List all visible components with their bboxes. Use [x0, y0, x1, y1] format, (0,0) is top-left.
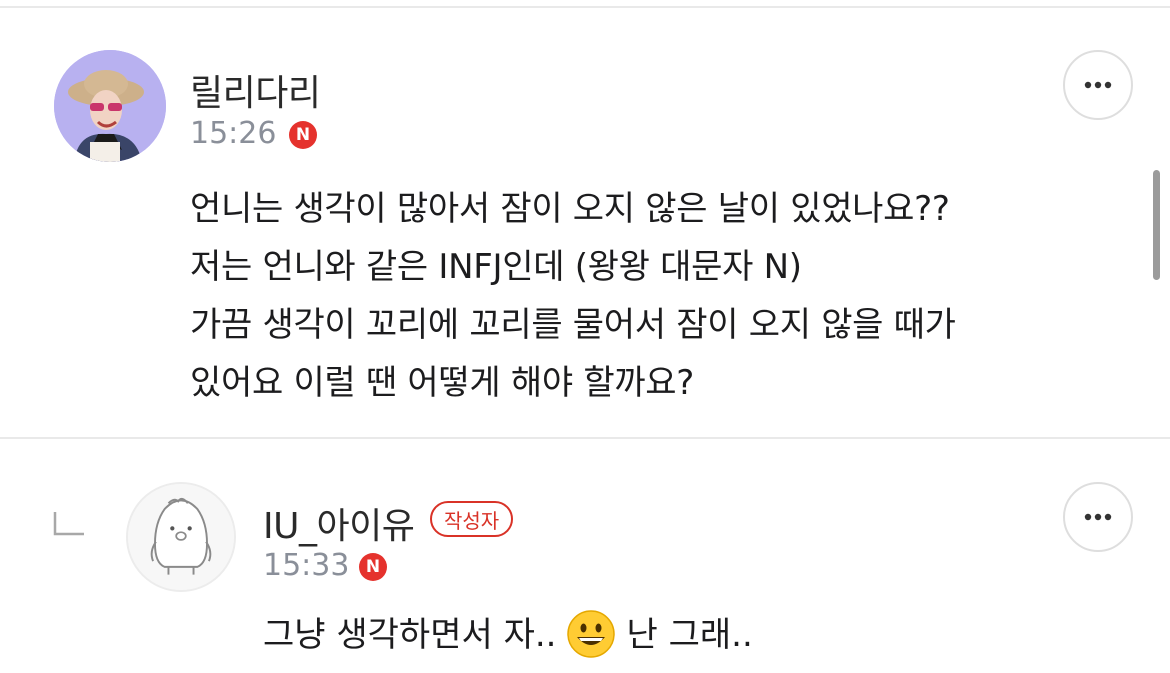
- comment-timestamp: 15:26: [190, 116, 277, 151]
- comment-line: 언니는 생각이 많아서 잠이 오지 않은 날이 있었나요??: [190, 189, 950, 229]
- reply-body: 그냥 생각하면서 자.. 난 그래..: [263, 609, 753, 660]
- top-divider: [0, 6, 1170, 8]
- user-avatar[interactable]: [54, 50, 166, 162]
- new-badge: N: [289, 121, 317, 149]
- comment-line: 가끔 생각이 꼬리에 꼬리를 물어서 잠이 오지 않을 때가: [190, 305, 956, 345]
- penguin-mascot-icon: [128, 484, 234, 590]
- comment-line: 있어요 이럴 땐 어떻게 해야 할까요?: [190, 363, 695, 403]
- comment-more-button[interactable]: [1063, 50, 1133, 120]
- more-horizontal-icon: [1084, 513, 1112, 521]
- comment-body: 언니는 생각이 많아서 잠이 오지 않은 날이 있었나요?? 저는 언니와 같은…: [190, 180, 956, 412]
- comment-divider: [0, 437, 1170, 439]
- reply-text-after: 난 그래..: [626, 615, 753, 655]
- author-avatar[interactable]: [126, 482, 236, 592]
- avatar-photo: [54, 50, 166, 162]
- reply-corner-icon: [53, 512, 84, 536]
- reply-text-before: 그냥 생각하면서 자..: [263, 615, 557, 655]
- reply-timestamp: 15:33: [263, 548, 350, 583]
- scrollbar[interactable]: [1153, 170, 1160, 280]
- reply-username[interactable]: IU_아이유: [263, 497, 415, 549]
- comment-line: 저는 언니와 같은 INFJ인데 (왕왕 대문자 N): [190, 247, 802, 287]
- comment-username[interactable]: 릴리다리: [190, 64, 321, 116]
- more-horizontal-icon: [1084, 81, 1112, 89]
- new-badge: N: [359, 553, 387, 581]
- author-badge: 작성자: [430, 501, 514, 537]
- reply-more-button[interactable]: [1063, 482, 1133, 552]
- grinning-face-icon: [567, 609, 616, 658]
